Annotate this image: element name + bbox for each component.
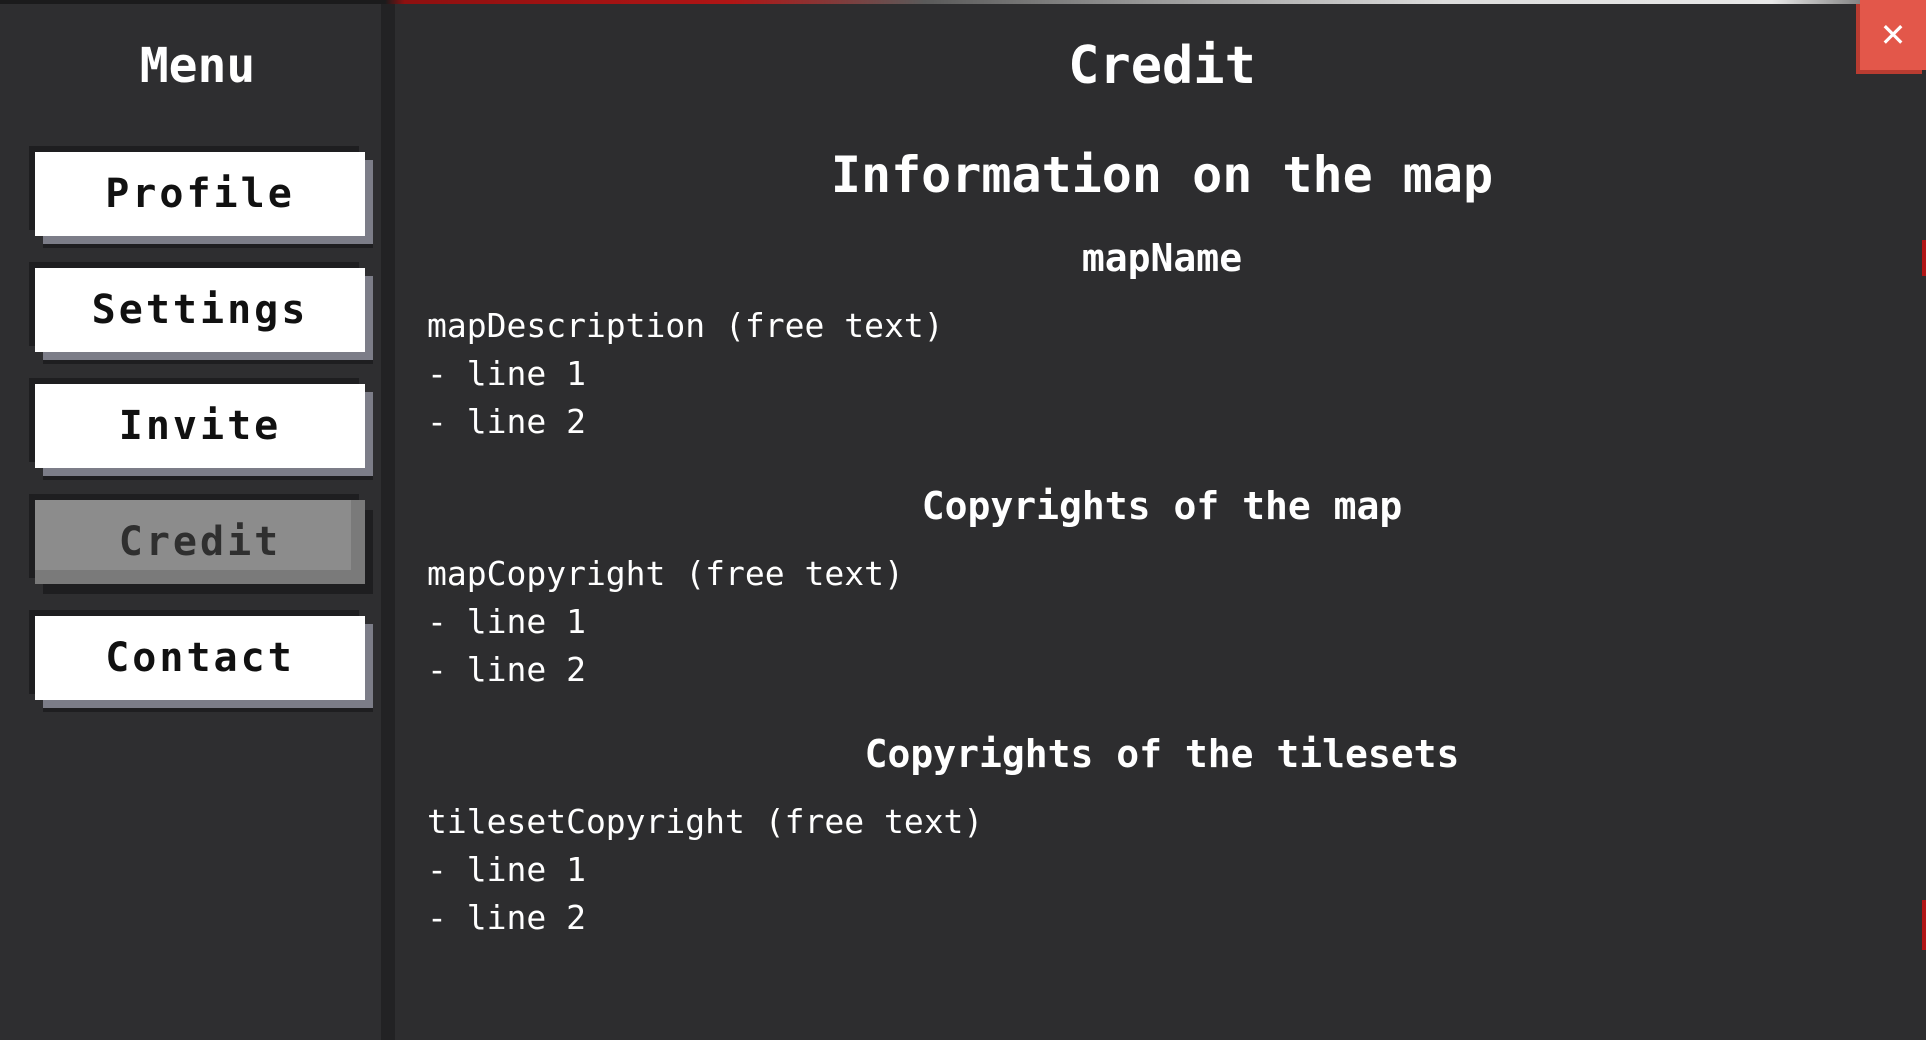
- tileset-copyright: tilesetCopyright (free text): [427, 802, 984, 841]
- map-copyright-line: - line 2: [427, 650, 586, 689]
- map-copyright-line: - line 1: [427, 602, 586, 641]
- menu-button-invite[interactable]: Invite: [35, 384, 365, 468]
- background-map-edge: [1922, 240, 1926, 276]
- menu-button-credit[interactable]: Credit: [35, 500, 365, 584]
- menu-button-contact[interactable]: Contact: [35, 616, 365, 700]
- tileset-copyright-line: - line 2: [427, 898, 586, 937]
- section-heading-map-info: Information on the map: [830, 146, 1494, 204]
- section-heading-tileset-copyright: Copyrights of the tilesets: [864, 732, 1460, 776]
- page-title: Credit: [1068, 36, 1256, 96]
- menu-title: Menu: [139, 38, 256, 94]
- close-button[interactable]: ✕: [1860, 0, 1926, 70]
- menu-sidebar: Menu Profile Settings Invite Credit Cont…: [0, 4, 395, 1040]
- menu-button-settings[interactable]: Settings: [35, 268, 365, 352]
- credit-content-panel: Credit Information on the map mapName ma…: [409, 4, 1926, 1040]
- background-map-edge: [1922, 900, 1926, 950]
- map-copyright: mapCopyright (free text): [427, 554, 904, 593]
- menu-button-profile[interactable]: Profile: [35, 152, 365, 236]
- map-description-line: - line 1: [427, 354, 586, 393]
- tileset-copyright-line: - line 1: [427, 850, 586, 889]
- map-name: mapName: [1081, 236, 1243, 280]
- map-description-line: - line 2: [427, 402, 586, 441]
- close-icon: ✕: [1879, 16, 1907, 54]
- map-description: mapDescription (free text): [427, 306, 944, 345]
- section-heading-map-copyright: Copyrights of the map: [921, 484, 1403, 528]
